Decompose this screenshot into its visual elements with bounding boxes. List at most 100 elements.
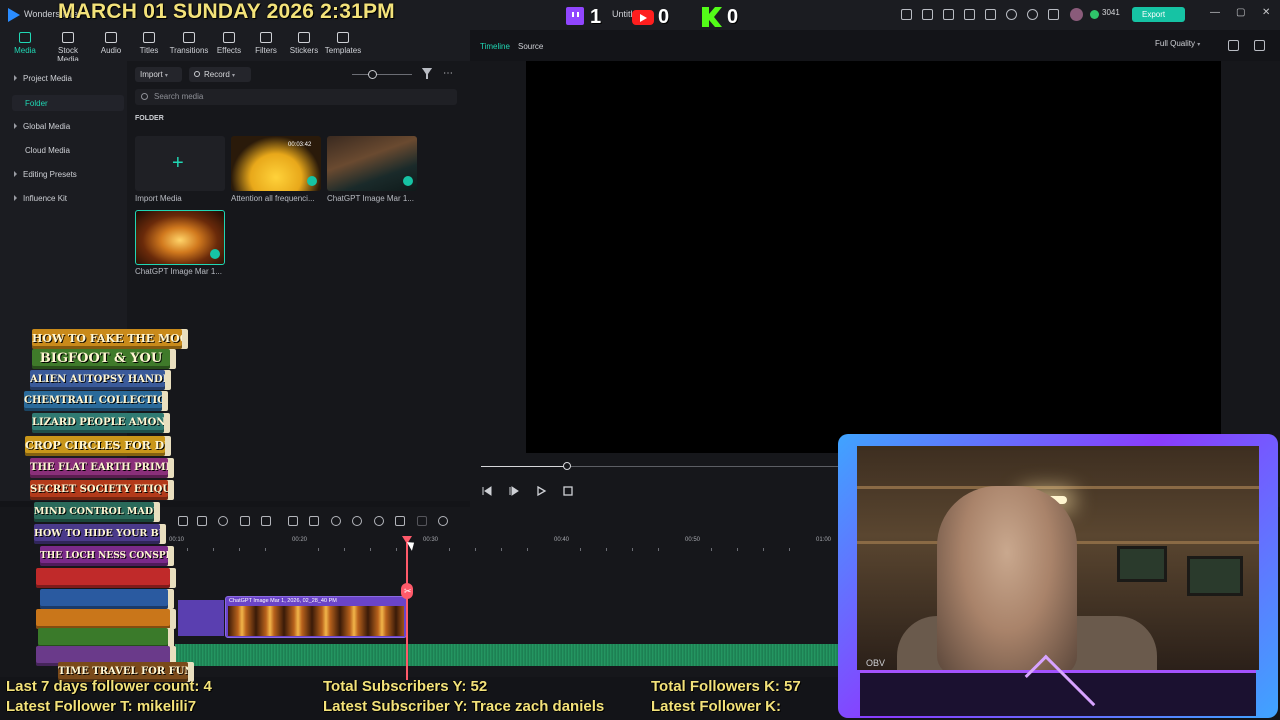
tab-source[interactable]: Source bbox=[518, 42, 543, 51]
import-dropdown[interactable]: Import ▾ bbox=[135, 67, 182, 82]
ai-tool-icon[interactable] bbox=[197, 516, 207, 526]
tile-label: Import Media bbox=[135, 194, 182, 203]
more-icon[interactable]: ⋯ bbox=[443, 68, 453, 79]
play-slow-icon[interactable] bbox=[508, 484, 520, 496]
video-preview bbox=[526, 61, 1221, 453]
ruler-label: 00:40 bbox=[554, 537, 570, 543]
sidebar-item-label: Editing Presets bbox=[23, 170, 77, 179]
cloud-icon[interactable] bbox=[1006, 9, 1017, 20]
ruler-tick bbox=[318, 548, 319, 551]
tool-media[interactable]: Media bbox=[3, 32, 47, 60]
tool-titles[interactable]: Titles bbox=[127, 32, 171, 60]
playhead[interactable] bbox=[406, 540, 408, 680]
crop-icon[interactable] bbox=[395, 516, 405, 526]
send-icon[interactable] bbox=[922, 9, 933, 20]
person bbox=[937, 486, 1077, 670]
book-spine: CROP CIRCLES FOR DUMMIES bbox=[25, 436, 165, 456]
minimize-icon[interactable]: — bbox=[1210, 7, 1220, 18]
webcam-tag: OBV bbox=[866, 658, 886, 668]
clip-thumbnails bbox=[228, 606, 404, 636]
step-back-icon[interactable] bbox=[481, 484, 493, 496]
book-spine: HOW TO FAKE THE MOON LANDING bbox=[32, 329, 182, 349]
headset-icon[interactable] bbox=[1027, 9, 1038, 20]
ruler-tick bbox=[344, 548, 345, 551]
clip-label: ChatGPT Image Mar 1, 2026, 02_28_40 PM bbox=[229, 598, 337, 604]
check-icon bbox=[210, 249, 220, 259]
play-icon[interactable] bbox=[535, 484, 547, 497]
ruler-tick bbox=[213, 548, 214, 551]
record-dropdown[interactable]: Record ▾ bbox=[189, 67, 251, 82]
sidebar-item-cloud-media[interactable]: Cloud Media bbox=[25, 146, 70, 155]
transitions-icon bbox=[183, 32, 195, 43]
disabled-tool-icon bbox=[417, 516, 427, 526]
split-icon[interactable] bbox=[288, 516, 298, 526]
ruler-tick bbox=[265, 548, 266, 551]
sidebar-item-influence-kit[interactable]: Influence Kit bbox=[14, 194, 67, 203]
tool-label: Stickers bbox=[289, 46, 319, 55]
ruler-tick bbox=[632, 548, 633, 551]
ruler-tick bbox=[475, 548, 476, 551]
apps-icon[interactable] bbox=[1048, 9, 1059, 20]
avatar[interactable] bbox=[1070, 8, 1083, 21]
text-tool-icon[interactable] bbox=[178, 516, 188, 526]
video-clip-prev[interactable] bbox=[178, 600, 224, 636]
tool-stickers[interactable]: Stickers bbox=[282, 32, 326, 60]
keyframe-icon[interactable] bbox=[374, 516, 384, 526]
total-followers-k-stat: Total Followers K: 57 bbox=[651, 678, 801, 695]
latest-follower-k-stat: Latest Follower K: bbox=[651, 698, 782, 715]
check-icon bbox=[307, 176, 317, 186]
screen-icon[interactable] bbox=[943, 9, 954, 20]
close-icon[interactable]: ✕ bbox=[1262, 7, 1270, 18]
scrubber-knob[interactable] bbox=[563, 462, 571, 470]
timeline-ruler[interactable]: 00:10 00:20 00:30 00:40 00:50 01:00 bbox=[169, 537, 850, 551]
audio-icon bbox=[105, 32, 117, 43]
project-name: Untitl bbox=[612, 9, 633, 19]
monitor bbox=[1117, 546, 1167, 582]
app-window: Wondershare Untitl 1 0 0 3041 Export — ▢… bbox=[0, 0, 1280, 720]
ruler-tick bbox=[187, 548, 188, 551]
ruler-tick bbox=[763, 548, 764, 551]
sidebar-item-folder[interactable]: Folder bbox=[25, 99, 48, 108]
ruler-label: 00:30 bbox=[423, 537, 439, 543]
sidebar-item-project-media[interactable]: Project Media bbox=[14, 74, 72, 83]
sidebar-item-global-media[interactable]: Global Media bbox=[14, 122, 70, 131]
ruler-tick bbox=[527, 548, 528, 551]
book-spine: CHEMTRAIL COLLECTION GUIDE bbox=[24, 391, 162, 411]
tool-templates[interactable]: Templates bbox=[321, 32, 365, 60]
ruler-tick bbox=[789, 548, 790, 551]
document-icon[interactable] bbox=[985, 9, 996, 20]
templates-icon bbox=[337, 32, 349, 43]
quality-dropdown[interactable]: Full Quality ▾ bbox=[1155, 39, 1200, 48]
gift-icon[interactable] bbox=[901, 9, 912, 20]
ruler-label: 00:50 bbox=[685, 537, 701, 543]
tool-transitions[interactable]: Transitions bbox=[167, 32, 211, 60]
search-input[interactable]: Search media bbox=[135, 89, 457, 105]
tool-stock-media[interactable]: Stock Media bbox=[46, 32, 90, 64]
filters-icon bbox=[260, 32, 272, 43]
mask-icon[interactable] bbox=[352, 516, 362, 526]
ruler-tick bbox=[580, 548, 581, 551]
ruler-tick bbox=[370, 548, 371, 551]
chart-icon[interactable] bbox=[1254, 40, 1265, 51]
motion-icon[interactable] bbox=[240, 516, 250, 526]
slider-knob[interactable] bbox=[368, 70, 377, 79]
color-icon[interactable] bbox=[331, 516, 341, 526]
ruler-tick bbox=[737, 548, 738, 551]
record-icon bbox=[194, 71, 200, 77]
tool-label: Transitions bbox=[169, 46, 209, 55]
record-voice-icon[interactable] bbox=[438, 516, 448, 526]
audio-tool-icon[interactable] bbox=[309, 516, 319, 526]
speed-icon[interactable] bbox=[218, 516, 228, 526]
stop-icon[interactable] bbox=[562, 484, 574, 496]
scissors-icon: ✂ bbox=[404, 586, 412, 596]
expand-icon bbox=[14, 171, 17, 177]
tab-timeline[interactable]: Timeline bbox=[480, 42, 510, 51]
snapshot-icon[interactable] bbox=[1228, 40, 1239, 51]
adjust-icon[interactable] bbox=[261, 516, 271, 526]
sidebar-item-editing-presets[interactable]: Editing Presets bbox=[14, 170, 77, 179]
layout-icon[interactable] bbox=[964, 9, 975, 20]
export-button[interactable]: Export bbox=[1132, 7, 1185, 22]
maximize-icon[interactable]: ▢ bbox=[1236, 7, 1245, 18]
thumbnail-size-slider[interactable] bbox=[352, 74, 412, 75]
audio-track-waveform[interactable] bbox=[175, 644, 845, 666]
